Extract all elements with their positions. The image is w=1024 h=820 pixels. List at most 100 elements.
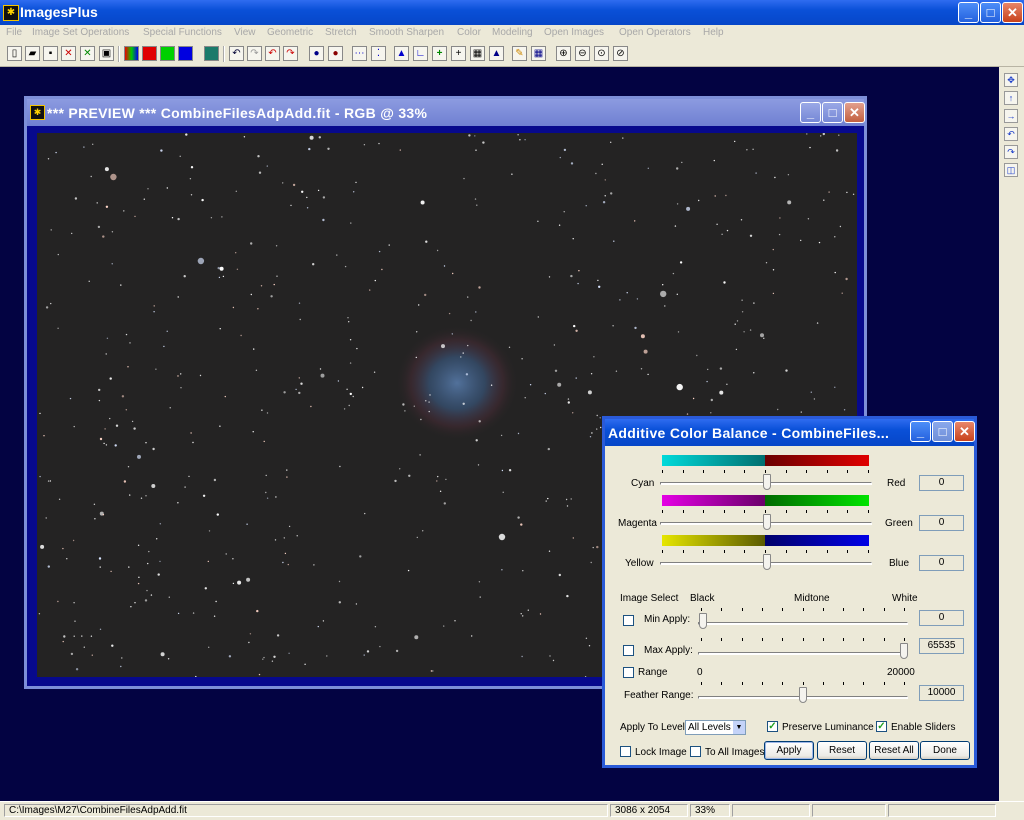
magenta-green-slider[interactable] [763,514,771,530]
points-icon[interactable]: ⁚ [371,46,386,61]
blue-channel-icon[interactable] [178,46,193,61]
star [363,654,365,656]
star [263,440,265,443]
preview-title-bar[interactable]: ✱ *** PREVIEW *** CombineFilesAdpAdd.fit… [27,99,865,126]
star [612,325,614,327]
print-icon[interactable]: ▣ [99,46,114,61]
yellow-blue-value[interactable]: 0 [919,555,964,571]
redo-all-icon[interactable]: ↷ [283,46,298,61]
arrow-right-icon[interactable]: → [1004,109,1018,123]
lock-image-checkbox[interactable] [620,746,631,757]
range-checkbox[interactable] [623,667,634,678]
menu-special-functions[interactable]: Special Functions [143,27,222,38]
corner-icon[interactable]: ∟ [413,46,428,61]
image-icon[interactable]: ▲ [489,46,504,61]
rotate-left-icon[interactable]: ↶ [1004,127,1018,141]
done-button[interactable]: Done [920,741,970,760]
yellow-blue-slider[interactable] [763,554,771,570]
rotate-right-icon[interactable]: ↷ [1004,145,1018,159]
menu-file[interactable]: File [6,27,22,38]
maximize-button[interactable]: □ [980,2,1001,23]
close-button[interactable]: ✕ [1002,2,1023,23]
menu-open-images[interactable]: Open Images [544,27,604,38]
menu-modeling[interactable]: Modeling [492,27,533,38]
minimize-button[interactable]: _ [958,2,979,23]
red-channel-icon[interactable] [142,46,157,61]
preview-minimize-button[interactable]: _ [800,102,821,123]
star [622,137,624,139]
max-apply-value[interactable]: 65535 [919,638,964,654]
menu-help[interactable]: Help [703,27,724,38]
reset-button[interactable]: Reset [817,741,867,760]
zoom-fit-icon[interactable]: ⊙ [594,46,609,61]
preview-maximize-button[interactable]: □ [822,102,843,123]
star [479,596,481,598]
move-icon[interactable]: ✥ [1004,73,1018,87]
star [686,413,689,415]
star [838,134,840,136]
menu-open-operators[interactable]: Open Operators [619,27,691,38]
grid-icon[interactable]: ▦ [470,46,485,61]
dotted-line-icon[interactable]: ⋯ [352,46,367,61]
star [640,334,645,339]
crosshair-icon[interactable]: + [451,46,466,61]
dot-blue-icon[interactable]: ● [309,46,324,61]
min-apply-slider[interactable] [699,613,707,629]
apply-button[interactable]: Apply [764,741,814,760]
redo-icon[interactable]: ↷ [247,46,262,61]
menu-color[interactable]: Color [457,27,481,38]
star [834,386,836,388]
feather-slider[interactable] [799,687,807,703]
reset-all-button[interactable]: Reset All [869,741,919,760]
plus-green-icon[interactable]: + [432,46,447,61]
apply-to-level-select[interactable]: All Levels ▼ [685,720,746,735]
dialog-close-button[interactable]: ✕ [954,421,975,442]
undo-all-icon[interactable]: ↶ [265,46,280,61]
star [105,444,108,446]
min-apply-checkbox[interactable] [623,615,634,626]
matrix-icon[interactable]: ▦ [531,46,546,61]
green-channel-icon[interactable] [160,46,175,61]
zoom-in-icon[interactable]: ⊕ [556,46,571,61]
cyan-red-value[interactable]: 0 [919,475,964,491]
star [413,405,415,407]
max-apply-checkbox[interactable] [623,645,634,656]
close-all-icon[interactable]: ✕ [80,46,95,61]
star [312,263,315,266]
open-folder-icon[interactable]: ▰ [25,46,40,61]
menu-stretch[interactable]: Stretch [325,27,357,38]
menu-smooth-sharpen[interactable]: Smooth Sharpen [369,27,444,38]
feather-value[interactable]: 10000 [919,685,964,701]
enable-sliders-checkbox[interactable]: ✓ [876,721,887,732]
menu-image-set-operations[interactable]: Image Set Operations [32,27,129,38]
magenta-green-value[interactable]: 0 [919,515,964,531]
arrow-up-icon[interactable]: ↑ [1004,91,1018,105]
grid-palette-icon[interactable] [204,46,219,61]
zoom-out-icon[interactable]: ⊖ [575,46,590,61]
save-icon[interactable]: ▪ [43,46,58,61]
max-apply-slider[interactable] [900,643,908,659]
dot-red-icon[interactable]: ● [328,46,343,61]
menu-view[interactable]: View [234,27,256,38]
new-file-icon[interactable]: ▯ [7,46,22,61]
zoom-actual-icon[interactable]: ⊘ [613,46,628,61]
undo-icon[interactable]: ↶ [229,46,244,61]
min-apply-value[interactable]: 0 [919,610,964,626]
pencil-icon[interactable]: ✎ [512,46,527,61]
dialog-title-bar[interactable]: Additive Color Balance - CombineFiles...… [605,419,975,446]
star [570,274,573,278]
rgb-channels-icon[interactable] [124,46,139,61]
star [589,436,592,438]
preserve-luminance-checkbox[interactable]: ✓ [767,721,778,732]
triangle-icon[interactable]: ▲ [394,46,409,61]
preview-close-button[interactable]: ✕ [844,102,865,123]
to-all-images-checkbox[interactable] [690,746,701,757]
dialog-minimize-button[interactable]: _ [910,421,931,442]
star [177,375,179,377]
menu-geometric[interactable]: Geometric [267,27,313,38]
star [436,249,439,252]
cyan-red-slider[interactable] [763,474,771,490]
close-image-icon[interactable]: ✕ [61,46,76,61]
flip-icon[interactable]: ◫ [1004,163,1018,177]
app-title-bar[interactable]: ✱ ImagesPlus _ □ ✕ [0,0,1024,25]
